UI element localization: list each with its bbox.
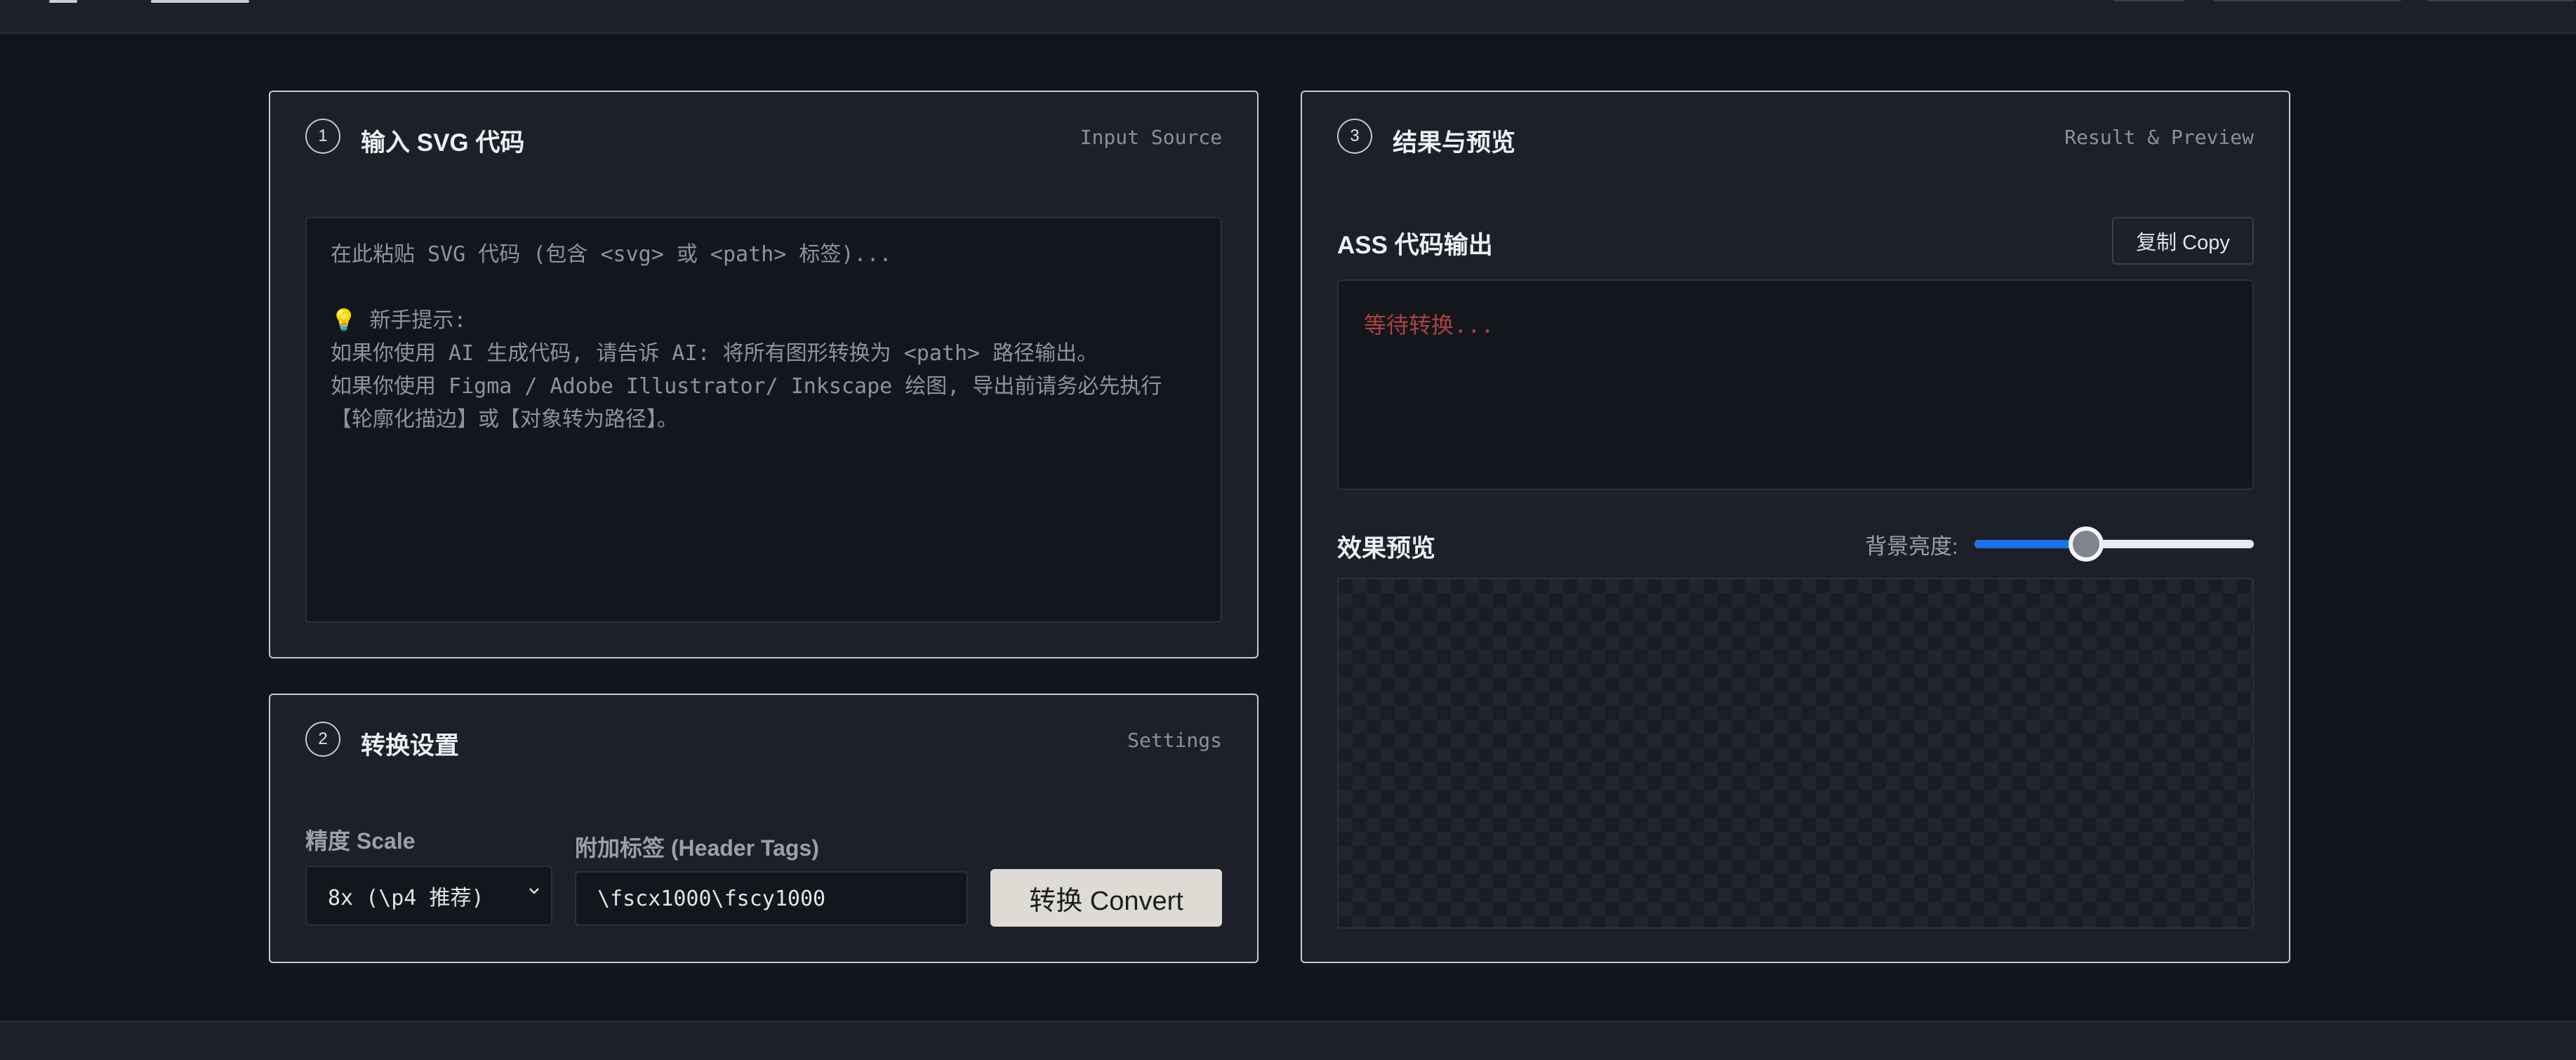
panel-subtitle: Result & Preview — [2064, 126, 2254, 149]
settings-panel: 2 转换设置 Settings 精度 Scale 8x (\p4 推荐) 附加标… — [269, 694, 1259, 963]
panel-title: 转换设置 — [361, 732, 460, 760]
panel-title: 输入 SVG 代码 — [361, 129, 525, 157]
brightness-label: 背景亮度: — [1865, 534, 1958, 559]
header-tags-label: 附加标签 (Header Tags) — [575, 835, 819, 861]
brightness-slider[interactable] — [1974, 526, 2254, 562]
brightness-slider-thumb[interactable] — [2069, 526, 2104, 562]
scale-label: 精度 Scale — [305, 828, 416, 854]
top-navbar — [0, 0, 2576, 34]
panel-subtitle: Settings — [1127, 729, 1222, 752]
result-panel: 3 结果与预览 Result & Preview ASS 代码输出 复制 Cop… — [1301, 91, 2290, 963]
preview-canvas — [1337, 578, 2254, 929]
copy-button[interactable]: 复制 Copy — [2112, 217, 2254, 265]
header-tags-input[interactable]: \fscx1000\fscy1000 — [575, 871, 968, 926]
panel-title: 结果与预览 — [1393, 129, 1516, 157]
footer — [0, 1021, 2576, 1060]
scale-select[interactable]: 8x (\p4 推荐) — [305, 866, 552, 926]
convert-button[interactable]: 转换 Convert — [990, 869, 1222, 927]
svg-code-input[interactable]: 在此粘贴 SVG 代码 (包含 <svg> 或 <path> 标签)... 💡 … — [305, 217, 1222, 623]
nav-fragment — [151, 0, 249, 3]
step-number: 3 — [1337, 119, 1372, 154]
preview-label: 效果预览 — [1337, 535, 1436, 562]
panel-subtitle: Input Source — [1080, 126, 1222, 149]
ass-output-label: ASS 代码输出 — [1337, 232, 1493, 259]
nav-button[interactable] — [2212, 0, 2402, 1]
nav-button[interactable] — [2426, 0, 2576, 1]
nav-button[interactable] — [2113, 0, 2186, 1]
chevron-down-icon — [529, 888, 539, 894]
step-number: 2 — [305, 722, 340, 757]
input-panel: 1 输入 SVG 代码 Input Source 在此粘贴 SVG 代码 (包含… — [269, 91, 1259, 658]
step-number: 1 — [305, 119, 340, 154]
nav-fragment — [49, 0, 77, 3]
scale-select-value: 8x (\p4 推荐) — [328, 886, 484, 910]
ass-code-output[interactable]: 等待转换... — [1337, 279, 2254, 490]
